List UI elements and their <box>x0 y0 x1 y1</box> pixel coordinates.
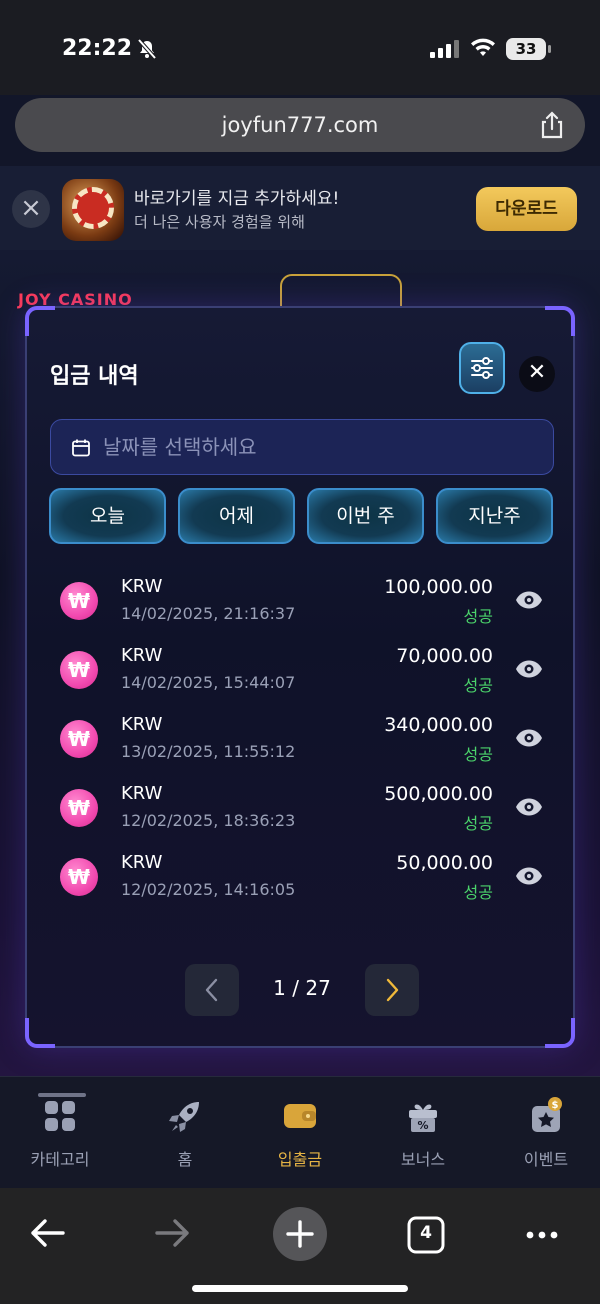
won-currency-icon: ₩ <box>60 789 98 827</box>
rocket-icon <box>169 1102 199 1132</box>
forward-arrow-icon[interactable] <box>143 1204 203 1264</box>
wifi-icon <box>471 38 495 56</box>
transaction-amount: 500,000.00 <box>384 783 493 805</box>
transaction-currency: KRW <box>121 645 163 666</box>
star-badge-icon: $ <box>532 1097 562 1132</box>
tab-home[interactable]: 홈 <box>125 1096 245 1170</box>
date-input[interactable] <box>103 420 533 474</box>
transaction-currency: KRW <box>121 714 163 735</box>
url-text[interactable]: joyfun777.com <box>15 98 585 152</box>
new-tab-plus-icon[interactable] <box>270 1204 330 1264</box>
deposit-history-modal: 입금 내역 ✕ 오늘 어제 이번 주 지난주 ₩ KRW 14/02/2025,… <box>25 306 575 1048</box>
tab-bonus[interactable]: % 보너스 <box>363 1096 483 1170</box>
app-logo <box>62 179 124 241</box>
calendar-icon <box>72 439 90 457</box>
filter-today-button[interactable]: 오늘 <box>49 488 166 544</box>
filter-yesterday-button[interactable]: 어제 <box>178 488 295 544</box>
tab-label: 홈 <box>177 1150 193 1169</box>
transaction-datetime: 13/02/2025, 11:55:12 <box>121 742 296 761</box>
filter-button[interactable] <box>459 342 505 394</box>
transaction-status: 성공 <box>463 814 493 833</box>
transaction-datetime: 14/02/2025, 15:44:07 <box>121 673 296 692</box>
transaction-status: 성공 <box>463 883 493 902</box>
transaction-currency: KRW <box>121 576 163 597</box>
tab-label: 입출금 <box>277 1150 323 1169</box>
status-bar: 22:22 33 <box>0 0 600 95</box>
share-icon[interactable] <box>539 111 565 139</box>
eye-icon[interactable] <box>515 659 543 679</box>
transaction-datetime: 12/02/2025, 18:36:23 <box>121 811 296 830</box>
transaction-datetime: 12/02/2025, 14:16:05 <box>121 880 296 899</box>
transaction-amount: 100,000.00 <box>384 576 493 598</box>
transaction-row: ₩ KRW 13/02/2025, 11:55:12 340,000.00 성공 <box>27 708 577 772</box>
transaction-amount: 70,000.00 <box>396 645 493 667</box>
sliders-icon <box>471 357 493 379</box>
modal-close-button[interactable]: ✕ <box>519 356 555 392</box>
more-icon[interactable] <box>512 1204 572 1264</box>
svg-text:%: % <box>417 1119 428 1132</box>
signal-icon <box>430 40 459 58</box>
page-indicator: 1 / 27 <box>273 976 331 1000</box>
grid-icon <box>45 1101 75 1131</box>
transaction-datetime: 14/02/2025, 21:16:37 <box>121 604 296 623</box>
url-bar[interactable]: joyfun777.com <box>15 98 585 152</box>
tab-event[interactable]: $ 이벤트 <box>486 1096 600 1170</box>
tab-label: 카테고리 <box>30 1150 90 1169</box>
prev-page-button[interactable] <box>185 964 239 1016</box>
won-currency-icon: ₩ <box>60 720 98 758</box>
tabs-button[interactable]: 4 <box>396 1204 456 1264</box>
svg-text:$: $ <box>552 1100 559 1111</box>
modal-title: 입금 내역 <box>50 364 139 389</box>
frame-corner <box>25 1018 55 1048</box>
status-time: 22:22 <box>62 36 133 61</box>
close-icon[interactable]: × <box>12 190 50 228</box>
transaction-status: 성공 <box>463 745 493 764</box>
banner-subtitle: 더 나은 사용자 경험을 위해 <box>134 213 305 231</box>
transaction-row: ₩ KRW 12/02/2025, 14:16:05 50,000.00 성공 <box>27 846 577 910</box>
tab-label: 보너스 <box>400 1150 446 1169</box>
chevron-left-icon <box>205 978 218 1002</box>
frame-corner <box>545 1018 575 1048</box>
home-indicator <box>192 1285 408 1292</box>
won-currency-icon: ₩ <box>60 858 98 896</box>
transaction-amount: 340,000.00 <box>384 714 493 736</box>
transaction-amount: 50,000.00 <box>396 852 493 874</box>
transaction-status: 성공 <box>463 676 493 695</box>
transaction-row: ₩ KRW 14/02/2025, 21:16:37 100,000.00 성공 <box>27 570 577 634</box>
gift-icon: % <box>409 1104 437 1132</box>
tab-label: 이벤트 <box>523 1150 569 1169</box>
banner-title: 바로가기를 지금 추가하세요! <box>134 189 340 209</box>
tab-deposit-withdraw[interactable]: 입출금 <box>240 1096 360 1170</box>
eye-icon[interactable] <box>515 797 543 817</box>
battery-indicator: 33 <box>506 38 551 60</box>
eye-icon[interactable] <box>515 728 543 748</box>
eye-icon[interactable] <box>515 590 543 610</box>
back-arrow-icon[interactable] <box>17 1204 77 1264</box>
frame-corner <box>545 306 575 336</box>
eye-icon[interactable] <box>515 866 543 886</box>
transaction-status: 성공 <box>463 607 493 626</box>
filter-this-week-button[interactable]: 이번 주 <box>307 488 424 544</box>
transaction-row: ₩ KRW 14/02/2025, 15:44:07 70,000.00 성공 <box>27 639 577 703</box>
frame-corner <box>25 306 55 336</box>
date-picker-field[interactable] <box>50 419 554 475</box>
wallet-icon <box>284 1104 316 1128</box>
next-page-button[interactable] <box>365 964 419 1016</box>
won-currency-icon: ₩ <box>60 651 98 689</box>
transaction-currency: KRW <box>121 783 163 804</box>
download-button[interactable]: 다운로드 <box>476 187 577 231</box>
close-icon: ✕ <box>527 360 547 385</box>
chevron-right-icon <box>386 978 399 1002</box>
filter-last-week-button[interactable]: 지난주 <box>436 488 553 544</box>
transaction-row: ₩ KRW 12/02/2025, 18:36:23 500,000.00 성공 <box>27 777 577 841</box>
tab-count: 4 <box>420 1223 432 1243</box>
won-currency-icon: ₩ <box>60 582 98 620</box>
tab-category[interactable]: 카테고리 <box>0 1096 120 1170</box>
transaction-currency: KRW <box>121 852 163 873</box>
bell-muted-icon <box>137 38 157 60</box>
